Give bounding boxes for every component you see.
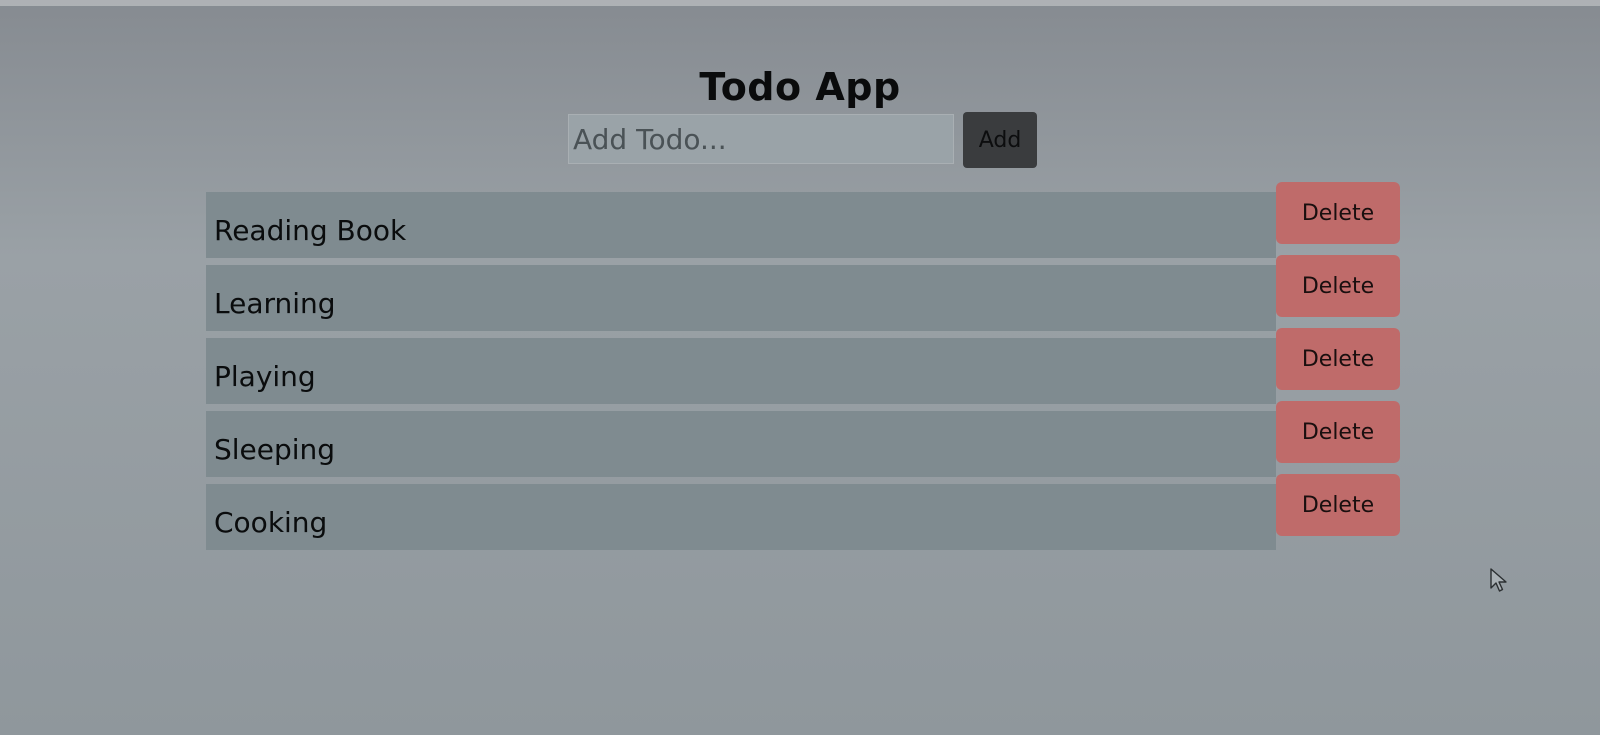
delete-button[interactable]: Delete — [1276, 182, 1400, 244]
todo-row-background — [206, 411, 1276, 477]
todo-item: Learning Delete — [206, 255, 1411, 331]
todo-row-background — [206, 338, 1276, 404]
todo-text: Sleeping — [214, 433, 336, 466]
todo-list: Reading Book Delete Learning Delete Play… — [206, 182, 1411, 557]
add-todo-input[interactable] — [568, 114, 954, 164]
todo-text: Reading Book — [214, 214, 407, 247]
todo-text: Cooking — [214, 506, 328, 539]
todo-item: Cooking Delete — [206, 474, 1411, 550]
add-button[interactable]: Add — [963, 112, 1037, 168]
todo-app: Todo App Add Reading Book Delete Learnin… — [0, 0, 1600, 735]
delete-button[interactable]: Delete — [1276, 474, 1400, 536]
mouse-pointer-icon — [1490, 568, 1507, 592]
page-title: Todo App — [699, 65, 901, 110]
todo-row-background — [206, 265, 1276, 331]
todo-item: Reading Book Delete — [206, 182, 1411, 258]
todo-row-background — [206, 484, 1276, 550]
todo-item: Playing Delete — [206, 328, 1411, 404]
delete-button[interactable]: Delete — [1276, 401, 1400, 463]
todo-item: Sleeping Delete — [206, 401, 1411, 477]
delete-button[interactable]: Delete — [1276, 255, 1400, 317]
todo-text: Playing — [214, 360, 316, 393]
todo-text: Learning — [214, 287, 336, 320]
add-todo-form: Add — [568, 112, 1038, 168]
delete-button[interactable]: Delete — [1276, 328, 1400, 390]
